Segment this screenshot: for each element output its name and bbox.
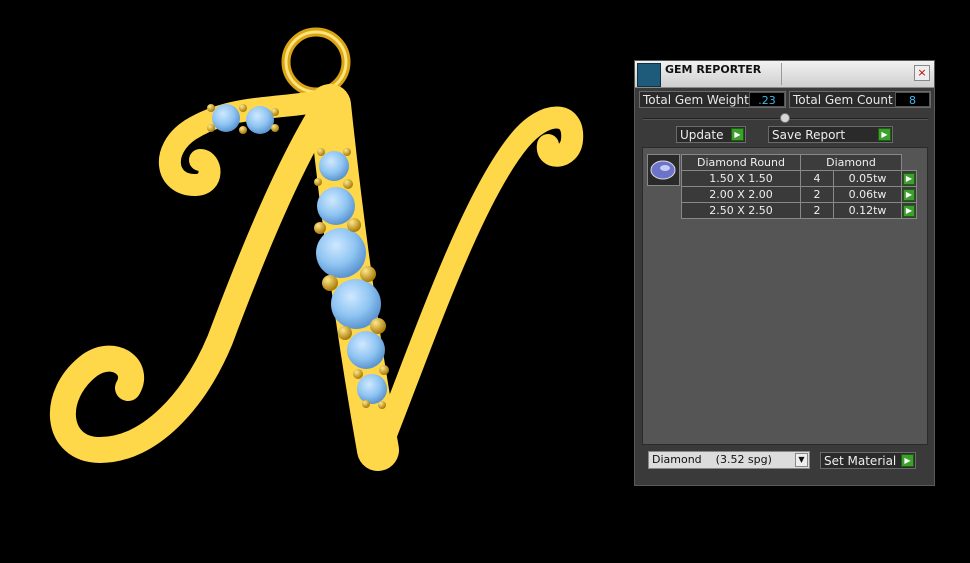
diamond-icon: [650, 160, 676, 180]
total-gem-count-value: 8: [895, 92, 930, 107]
row-action-button[interactable]: ▶: [901, 170, 917, 187]
total-gem-weight-value: .23: [749, 92, 785, 107]
gem-weight: 0.06tw: [833, 186, 902, 203]
title-bar[interactable]: GEM REPORTER ×: [635, 61, 934, 88]
play-arrow-icon: ▶: [901, 454, 914, 467]
gem-count: 4: [800, 170, 834, 187]
column-header-material: Diamond: [800, 154, 902, 171]
gem-size: 2.50 X 2.50: [681, 202, 801, 219]
gem-table: Diamond Round Diamond 1.50 X 1.50 4 0.05…: [681, 154, 917, 219]
set-material-button-label: Set Material: [824, 454, 897, 468]
play-arrow-icon: ▶: [903, 204, 915, 217]
total-gem-count-text: Total Gem Count: [793, 93, 893, 107]
column-header-shape: Diamond Round: [681, 154, 801, 171]
play-arrow-icon: ▶: [903, 172, 915, 185]
table-header-row: Diamond Round Diamond: [681, 154, 917, 171]
title-divider: [781, 63, 782, 85]
play-arrow-icon: ▶: [731, 128, 744, 141]
set-material-button[interactable]: Set Material ▶: [820, 452, 916, 469]
row-action-button[interactable]: ▶: [901, 202, 917, 219]
save-report-button-label: Save Report: [772, 128, 846, 142]
gem-weight: 0.12tw: [833, 202, 902, 219]
material-dropdown[interactable]: Diamond (3.52 spg) ▼: [648, 451, 810, 469]
table-row[interactable]: 1.50 X 1.50 4 0.05tw ▶: [681, 170, 917, 187]
gem-reporter-panel: GEM REPORTER × Total Gem Weight .23 Tota…: [634, 60, 935, 486]
gem-thumbnail[interactable]: [647, 154, 680, 186]
gem-count: 2: [800, 202, 834, 219]
3d-viewport[interactable]: [0, 0, 620, 563]
gem-reporter-icon: [637, 63, 661, 87]
gem-list-area[interactable]: Diamond Round Diamond 1.50 X 1.50 4 0.05…: [642, 147, 928, 445]
gem-weight: 0.05tw: [833, 170, 902, 187]
gem-count: 2: [800, 186, 834, 203]
save-report-button[interactable]: Save Report ▶: [768, 126, 893, 143]
update-button[interactable]: Update ▶: [676, 126, 746, 143]
material-dropdown-value: Diamond (3.52 spg): [652, 453, 772, 466]
letter-n-pendant-model: [49, 27, 584, 471]
close-icon[interactable]: ×: [914, 65, 930, 81]
table-row[interactable]: 2.00 X 2.00 2 0.06tw ▶: [681, 186, 917, 203]
chevron-down-icon[interactable]: ▼: [795, 453, 808, 467]
table-row[interactable]: 2.50 X 2.50 2 0.12tw ▶: [681, 202, 917, 219]
row-action-button[interactable]: ▶: [901, 186, 917, 203]
splitter-handle[interactable]: [780, 113, 790, 123]
total-gem-weight-text: Total Gem Weight: [643, 93, 749, 107]
play-arrow-icon: ▶: [878, 128, 891, 141]
panel-title: GEM REPORTER: [665, 63, 762, 76]
right-upstroke: [367, 106, 584, 466]
gem-size: 2.00 X 2.00: [681, 186, 801, 203]
play-arrow-icon: ▶: [903, 188, 915, 201]
update-button-label: Update: [680, 128, 724, 142]
gem-size: 1.50 X 1.50: [681, 170, 801, 187]
